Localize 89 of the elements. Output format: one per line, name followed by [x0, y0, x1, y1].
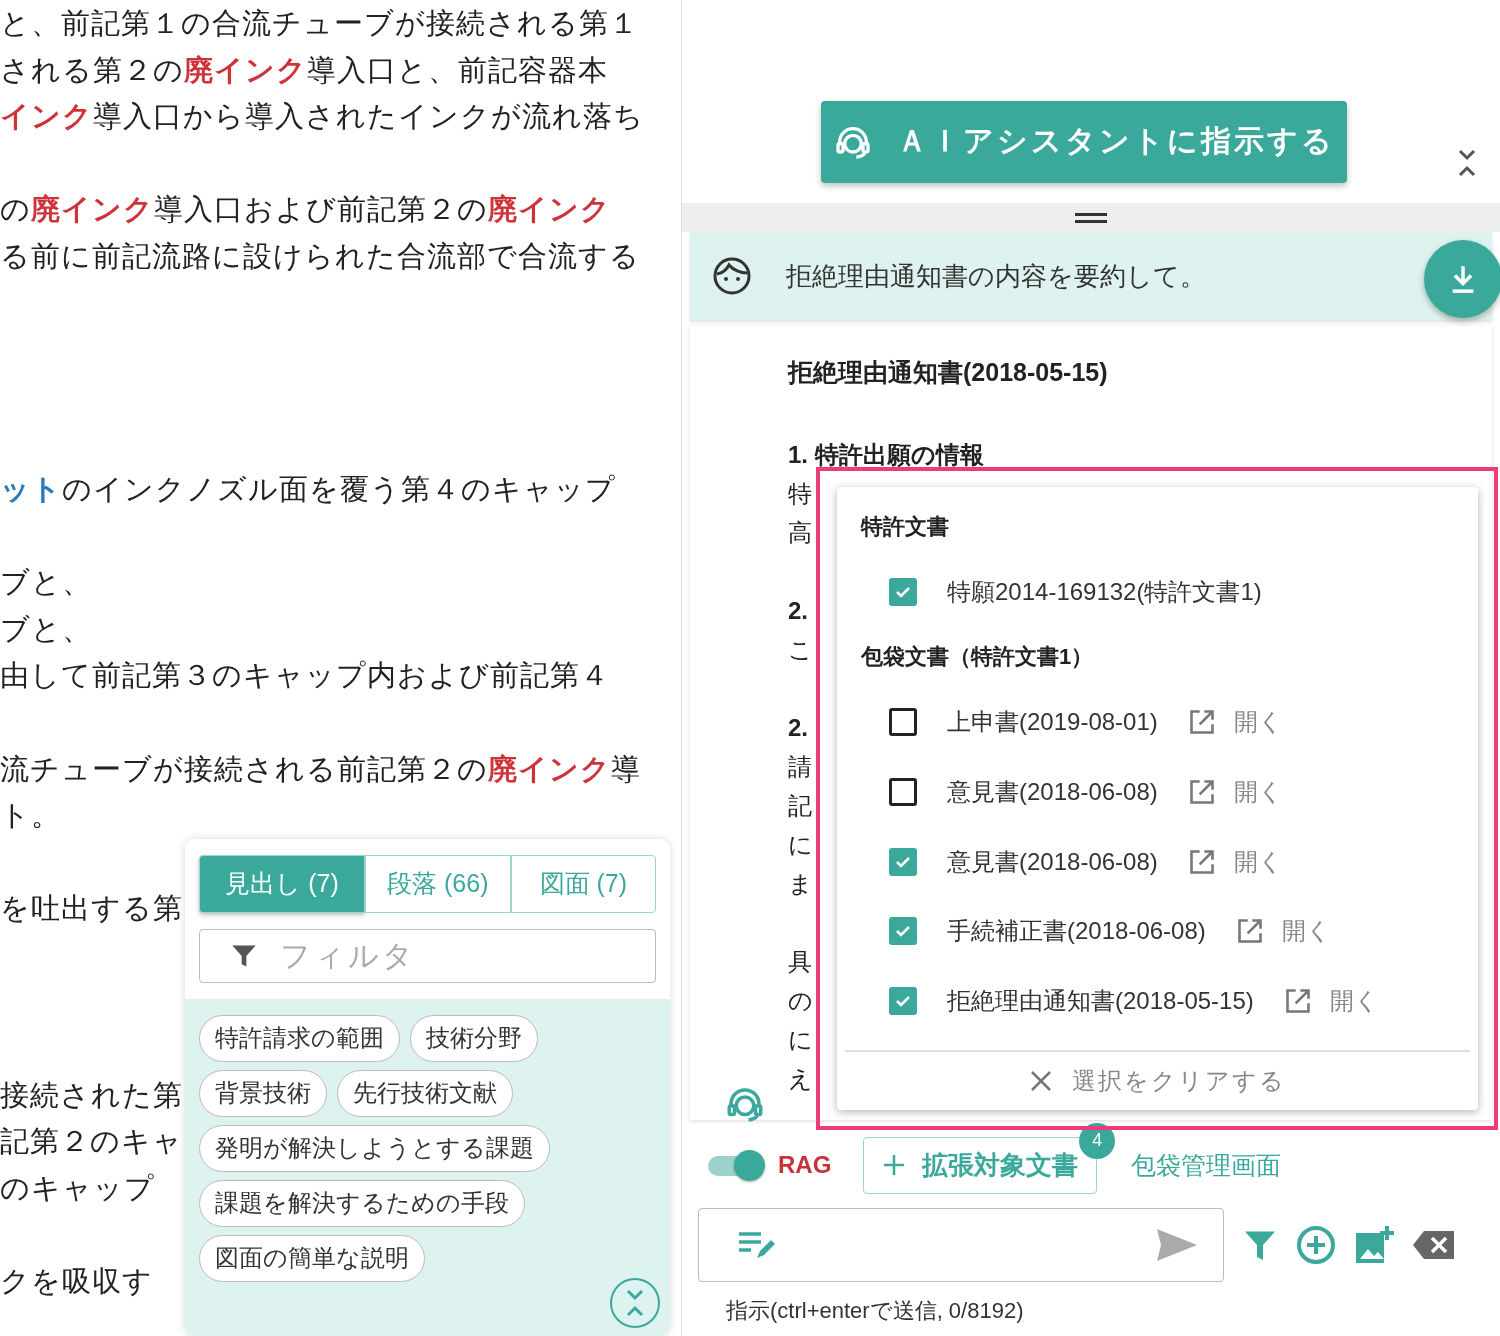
answer-title: 拒絶理由通知書(2018-05-15) — [788, 357, 1109, 388]
ai-assistant-button[interactable]: ＡＩアシスタントに指示する — [821, 100, 1347, 183]
external-link-icon — [1187, 777, 1216, 806]
checkbox[interactable] — [889, 987, 917, 1016]
answer-heading: 1. 特許出願の情報 — [788, 440, 984, 470]
answer-text: 特 — [788, 479, 812, 509]
collapse-icon — [1456, 148, 1478, 178]
document-text-line: と、前記第１の合流チューブが接続される第１ — [0, 6, 640, 41]
file-wrapper-link[interactable]: 包袋管理画面 — [1131, 1148, 1282, 1182]
add-button[interactable] — [1296, 1225, 1336, 1265]
document-text-line: の廃インク 導入口および前記第２の廃インク — [0, 192, 612, 228]
checkbox[interactable] — [889, 847, 917, 876]
heading-chip[interactable]: 特許請求の範囲 — [199, 1014, 400, 1062]
document-text-line: クを吸収す — [0, 1264, 154, 1300]
download-button[interactable] — [1424, 240, 1500, 318]
rag-label: RAG — [778, 1151, 832, 1179]
heading-chip[interactable]: 技術分野 — [410, 1014, 538, 1062]
open-link[interactable]: 開く — [1187, 705, 1283, 738]
add-circle-icon — [1296, 1225, 1336, 1265]
document-text-line: 流チューブが接続される前記第２の廃インク 導 — [0, 751, 642, 787]
external-link-icon — [1187, 707, 1216, 736]
filter-field[interactable]: フィルタ — [199, 928, 656, 983]
answer-text: に — [788, 830, 813, 860]
document-text-line: ブと、 — [0, 611, 93, 647]
answer-text: の — [788, 986, 813, 1016]
outline-tab[interactable]: 図面 (7) — [510, 854, 656, 913]
add-image-button[interactable] — [1354, 1225, 1394, 1265]
document-label: 拒絶理由通知書(2018-05-15) — [947, 986, 1254, 1017]
answer-heading: 2. — [788, 713, 808, 743]
heading-chip[interactable]: 発明が解決しようとする課題 — [199, 1124, 550, 1172]
open-link[interactable]: 開く — [1187, 775, 1283, 808]
answer-text: こ — [788, 635, 813, 665]
clear-selection-button[interactable]: 選択をクリアする — [845, 1052, 1470, 1111]
clear-input-button[interactable] — [1412, 1229, 1456, 1261]
document-label: 意見書(2018-06-08) — [947, 846, 1158, 877]
plus-icon — [882, 1153, 907, 1177]
document-text-line: ブと、 — [0, 565, 93, 601]
answer-text: 具 — [788, 947, 812, 977]
open-link[interactable]: 開く — [1235, 915, 1331, 948]
external-link-icon — [1235, 917, 1264, 946]
heading-chip[interactable]: 図面の簡単な説明 — [199, 1234, 425, 1282]
external-link-icon — [1283, 987, 1312, 1016]
document-text-line: のキャップ — [0, 1170, 156, 1206]
heading-chip[interactable]: 課題を解決するための手段 — [199, 1179, 525, 1227]
checkbox[interactable] — [889, 577, 917, 606]
close-icon — [1029, 1070, 1052, 1093]
send-icon[interactable] — [1155, 1227, 1199, 1263]
document-text-line: を吐出する第 — [0, 891, 184, 927]
outline-tab[interactable]: 見出し (7) — [199, 854, 365, 913]
edit-notes-icon — [737, 1229, 777, 1261]
heading-chip[interactable]: 背景技術 — [199, 1069, 327, 1117]
drag-handle-icon[interactable] — [1075, 211, 1107, 224]
open-link[interactable]: 開く — [1283, 985, 1379, 1018]
document-text-line: る前に前記流路に設けられた合流部で合流する — [0, 238, 641, 274]
collapse-icon — [624, 1288, 646, 1318]
checkbox[interactable] — [889, 707, 917, 736]
document-text-line: ト。 — [0, 798, 62, 834]
add-image-icon — [1354, 1225, 1394, 1265]
document-label: 特願2014-169132(特許文書1) — [947, 576, 1262, 607]
prompt-text: 拒絶理由通知書の内容を要約して。 — [786, 259, 1206, 293]
input-hint: 指示(ctrl+enterで送信, 0/8192) — [726, 1297, 1025, 1325]
user-face-icon — [712, 256, 752, 296]
outline-tab[interactable]: 段落 (66) — [365, 854, 511, 913]
answer-heading: 2. — [788, 596, 808, 626]
rag-toggle[interactable] — [706, 1150, 764, 1180]
document-label: 意見書(2018-06-08) — [947, 776, 1158, 807]
document-label: 手続補正書(2018-06-08) — [947, 916, 1206, 947]
menu-section-heading: 包袋文書（特許文書1） — [859, 642, 1095, 671]
external-link-icon — [1187, 847, 1216, 876]
answer-text: 請 — [788, 752, 812, 782]
heading-chip[interactable]: 先行技術文献 — [337, 1069, 513, 1117]
open-link[interactable]: 開く — [1187, 845, 1283, 878]
checkbox[interactable] — [889, 777, 917, 806]
document-text-line: インク 導入口から導入されたインクが流れ落ち — [0, 99, 645, 135]
checkbox[interactable] — [889, 917, 917, 946]
backspace-icon — [1412, 1229, 1456, 1261]
answer-text: 記 — [788, 791, 812, 821]
menu-section-heading: 特許文書 — [859, 513, 950, 541]
document-label: 上申書(2019-08-01) — [947, 706, 1158, 737]
document-text-line: 接続された第 — [0, 1077, 184, 1113]
document-text-line: ット のインクノズル面を覆う第４のキャップ — [0, 471, 617, 507]
answer-text: 高 — [788, 518, 812, 548]
answer-text: に — [788, 1025, 813, 1055]
document-text-line: 記第２のキャ — [0, 1124, 184, 1160]
instruction-input-field[interactable] — [698, 1208, 1224, 1282]
answer-text: え — [788, 1064, 813, 1094]
document-text-line: される第２の廃インク 導入口と、前記容器本 — [0, 52, 609, 88]
answer-text: ま — [788, 869, 813, 899]
document-text-line: 由して前記第３のキャップ内および前記第４ — [0, 658, 611, 694]
